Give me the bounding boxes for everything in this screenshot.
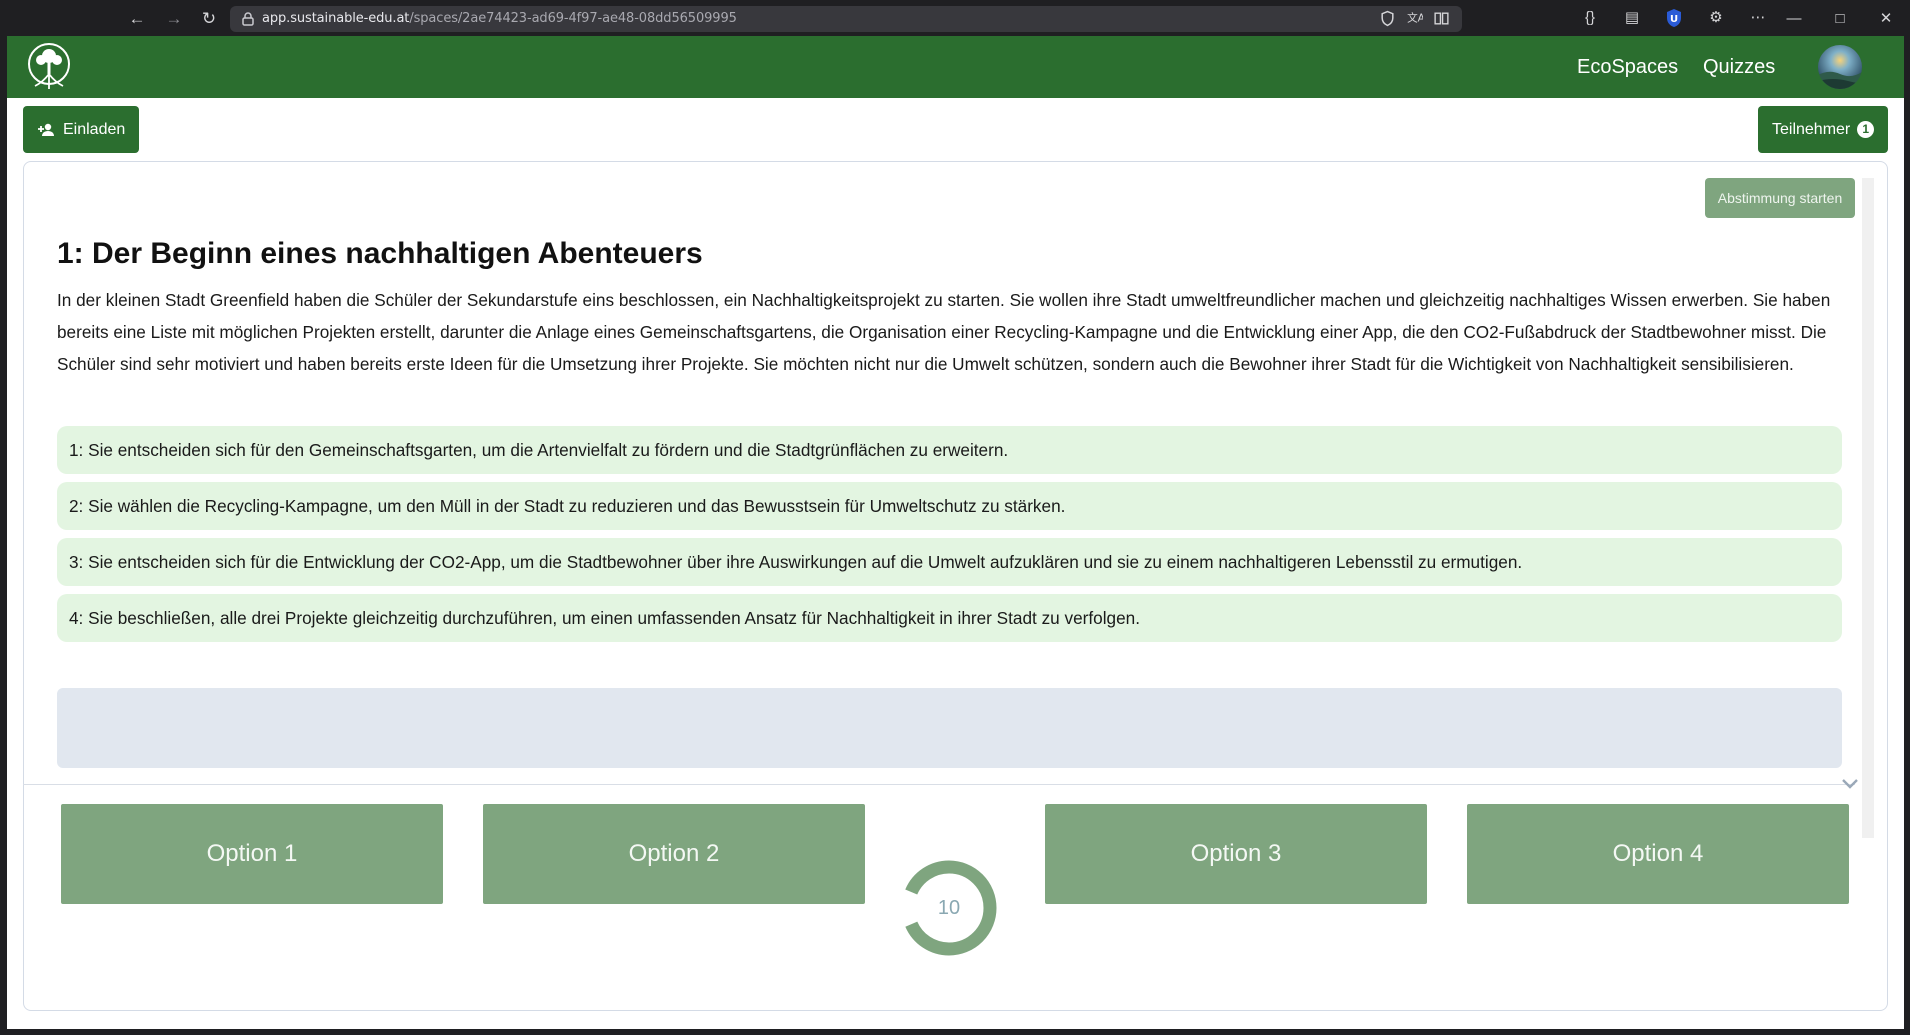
nav-ecospaces[interactable]: EcoSpaces	[1577, 56, 1678, 79]
chevron-down-icon[interactable]	[1839, 772, 1861, 794]
address-bar[interactable]: app.sustainable-edu.at/spaces/2ae74423-a…	[230, 6, 1462, 32]
participants-label: Teilnehmer	[1772, 120, 1851, 138]
story-option-2: 2: Sie wählen die Recycling-Kampagne, um…	[57, 482, 1842, 530]
scrollbar[interactable]	[1862, 178, 1874, 838]
participants-count-badge: 1	[1857, 121, 1875, 138]
chapter-text: In der kleinen Stadt Greenfield haben di…	[57, 290, 1831, 374]
answer-option-3-button[interactable]: Option 3	[1045, 804, 1427, 904]
divider	[23, 784, 1855, 785]
participants-button[interactable]: Teilnehmer 1	[1758, 106, 1888, 153]
lock-icon	[242, 12, 254, 26]
answer-option-4-button[interactable]: Option 4	[1467, 804, 1849, 904]
url-text: app.sustainable-edu.at/spaces/2ae74423-a…	[262, 11, 737, 26]
empty-placeholder-row	[57, 688, 1842, 768]
forward-icon[interactable]: →	[163, 8, 185, 30]
extensions-icon[interactable]: ⚙	[1706, 8, 1726, 28]
add-person-icon	[38, 123, 54, 136]
more-menu-icon[interactable]: ⋯	[1748, 8, 1768, 28]
document-icon[interactable]: ▤	[1622, 8, 1642, 28]
tree-logo-icon[interactable]	[25, 42, 73, 92]
translate-icon[interactable]: 文A	[1406, 10, 1426, 27]
svg-text:文A: 文A	[1407, 12, 1423, 25]
minimize-icon[interactable]: —	[1772, 7, 1816, 31]
shield-icon[interactable]	[1379, 10, 1396, 27]
maximize-icon[interactable]: □	[1818, 7, 1862, 31]
story-option-1: 1: Sie entscheiden sich für den Gemeinsc…	[57, 426, 1842, 474]
reader-icon[interactable]	[1433, 10, 1450, 27]
nav-quizzes[interactable]: Quizzes	[1703, 56, 1775, 79]
svg-text:U: U	[1670, 14, 1678, 25]
devtools-icon[interactable]: {}	[1580, 8, 1600, 28]
chapter-title: 1: Der Beginn eines nachhaltigen Abenteu…	[57, 237, 703, 270]
story-option-4: 4: Sie beschließen, alle drei Projekte g…	[57, 594, 1842, 642]
invite-label: Einladen	[63, 120, 126, 138]
start-vote-button[interactable]: Abstimmung starten	[1705, 178, 1855, 218]
story-option-3: 3: Sie entscheiden sich für die Entwickl…	[57, 538, 1842, 586]
countdown-timer-value: 10	[937, 897, 961, 919]
top-navbar: EcoSpaces Quizzes	[7, 36, 1904, 98]
answer-option-2-button[interactable]: Option 2	[483, 804, 865, 904]
reload-icon[interactable]: ↻	[198, 8, 220, 30]
avatar[interactable]	[1818, 45, 1862, 89]
close-icon[interactable]: ✕	[1864, 7, 1908, 31]
ublock-icon[interactable]: U	[1664, 8, 1684, 28]
back-icon[interactable]: ←	[126, 8, 148, 30]
browser-chrome: ← → ↻ app.sustainable-edu.at/spaces/2ae7…	[0, 0, 1910, 38]
answer-option-1-button[interactable]: Option 1	[61, 804, 443, 904]
invite-button[interactable]: Einladen	[23, 106, 139, 153]
